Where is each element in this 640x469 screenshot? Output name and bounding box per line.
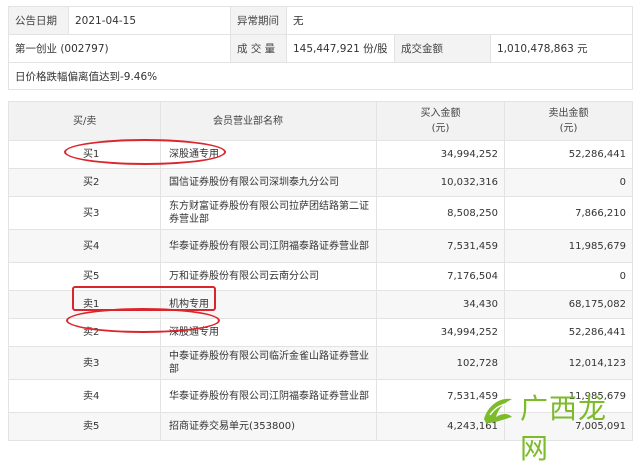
row-buy: 7,531,459 [376, 229, 505, 263]
amount-label: 成交金额 [394, 34, 491, 63]
row-member: 招商证券交易单元(353800) [160, 412, 377, 441]
stock-info-table: 公告日期 2021-04-15 异常期间 无 第一创业 (002797) 成 交… [7, 6, 634, 90]
abnormal-period-label: 异常期间 [230, 6, 287, 35]
row-sell: 0 [504, 262, 633, 291]
volume-value: 145,447,921 份/股 [286, 34, 395, 63]
stock-name: 第一创业 (002797) [8, 34, 231, 63]
row-sell: 0 [504, 168, 633, 197]
row-buy: 8,508,250 [376, 196, 505, 230]
row-sell: 52,286,441 [504, 140, 633, 169]
row-side: 卖4 [8, 379, 161, 413]
row-sell: 11,985,679 [504, 229, 633, 263]
table-row: 买4 华泰证券股份有限公司江阴福泰路证券营业部 7,531,459 11,985… [8, 229, 633, 263]
table-row: 买3 东方财富证券股份有限公司拉萨团结路第二证券营业部 8,508,250 7,… [8, 196, 633, 230]
table-header: 买/卖 会员营业部名称 买入金额 (元) 卖出金额 (元) [8, 101, 633, 141]
row-side: 买2 [8, 168, 161, 197]
row-side: 买4 [8, 229, 161, 263]
abnormal-period-value: 无 [285, 6, 634, 35]
row-buy: 34,430 [376, 290, 505, 319]
header-buy: 买入金额 (元) [376, 101, 505, 141]
row-side: 卖3 [8, 346, 161, 380]
row-member: 华泰证券股份有限公司江阴福泰路证券营业部 [160, 229, 377, 263]
header-side: 买/卖 [8, 101, 161, 141]
row-sell: 52,286,441 [504, 318, 633, 347]
row-side: 卖5 [8, 412, 161, 441]
row-buy: 102,728 [376, 346, 505, 380]
watermark: 广西龙网 [480, 389, 632, 465]
row-member: 国信证券股份有限公司深圳泰九分公司 [160, 168, 377, 197]
table-row: 卖3 中泰证券股份有限公司临沂金雀山路证券营业部 102,728 12,014,… [8, 346, 633, 380]
announce-date-value: 2021-04-15 [68, 6, 231, 35]
row-member: 华泰证券股份有限公司江阴福泰路证券营业部 [160, 379, 377, 413]
row-sell: 7,866,210 [504, 196, 633, 230]
row-side: 买3 [8, 196, 161, 230]
table-row: 买2 国信证券股份有限公司深圳泰九分公司 10,032,316 0 [8, 168, 633, 197]
header-member: 会员营业部名称 [160, 101, 377, 141]
deviation-reason: 日价格跌幅偏离值达到-9.46% [7, 62, 634, 90]
row-member: 中泰证券股份有限公司临沂金雀山路证券营业部 [160, 346, 377, 380]
highlight-oval-sell2 [66, 308, 220, 333]
row-sell: 12,014,123 [504, 346, 633, 380]
highlight-oval-buy1 [64, 139, 226, 165]
amount-value: 1,010,478,863 元 [489, 34, 634, 63]
announce-date-label: 公告日期 [8, 6, 69, 35]
row-member: 东方财富证券股份有限公司拉萨团结路第二证券营业部 [160, 196, 377, 230]
row-buy: 34,994,252 [376, 140, 505, 169]
row-buy: 7,176,504 [376, 262, 505, 291]
row-sell: 68,175,082 [504, 290, 633, 319]
row-buy: 10,032,316 [376, 168, 505, 197]
header-sell: 卖出金额 (元) [504, 101, 633, 141]
dragon-logo-icon [484, 398, 512, 423]
volume-label: 成 交 量 [230, 34, 287, 63]
row-buy: 34,994,252 [376, 318, 505, 347]
watermark-text: 广西龙网 [520, 392, 608, 465]
